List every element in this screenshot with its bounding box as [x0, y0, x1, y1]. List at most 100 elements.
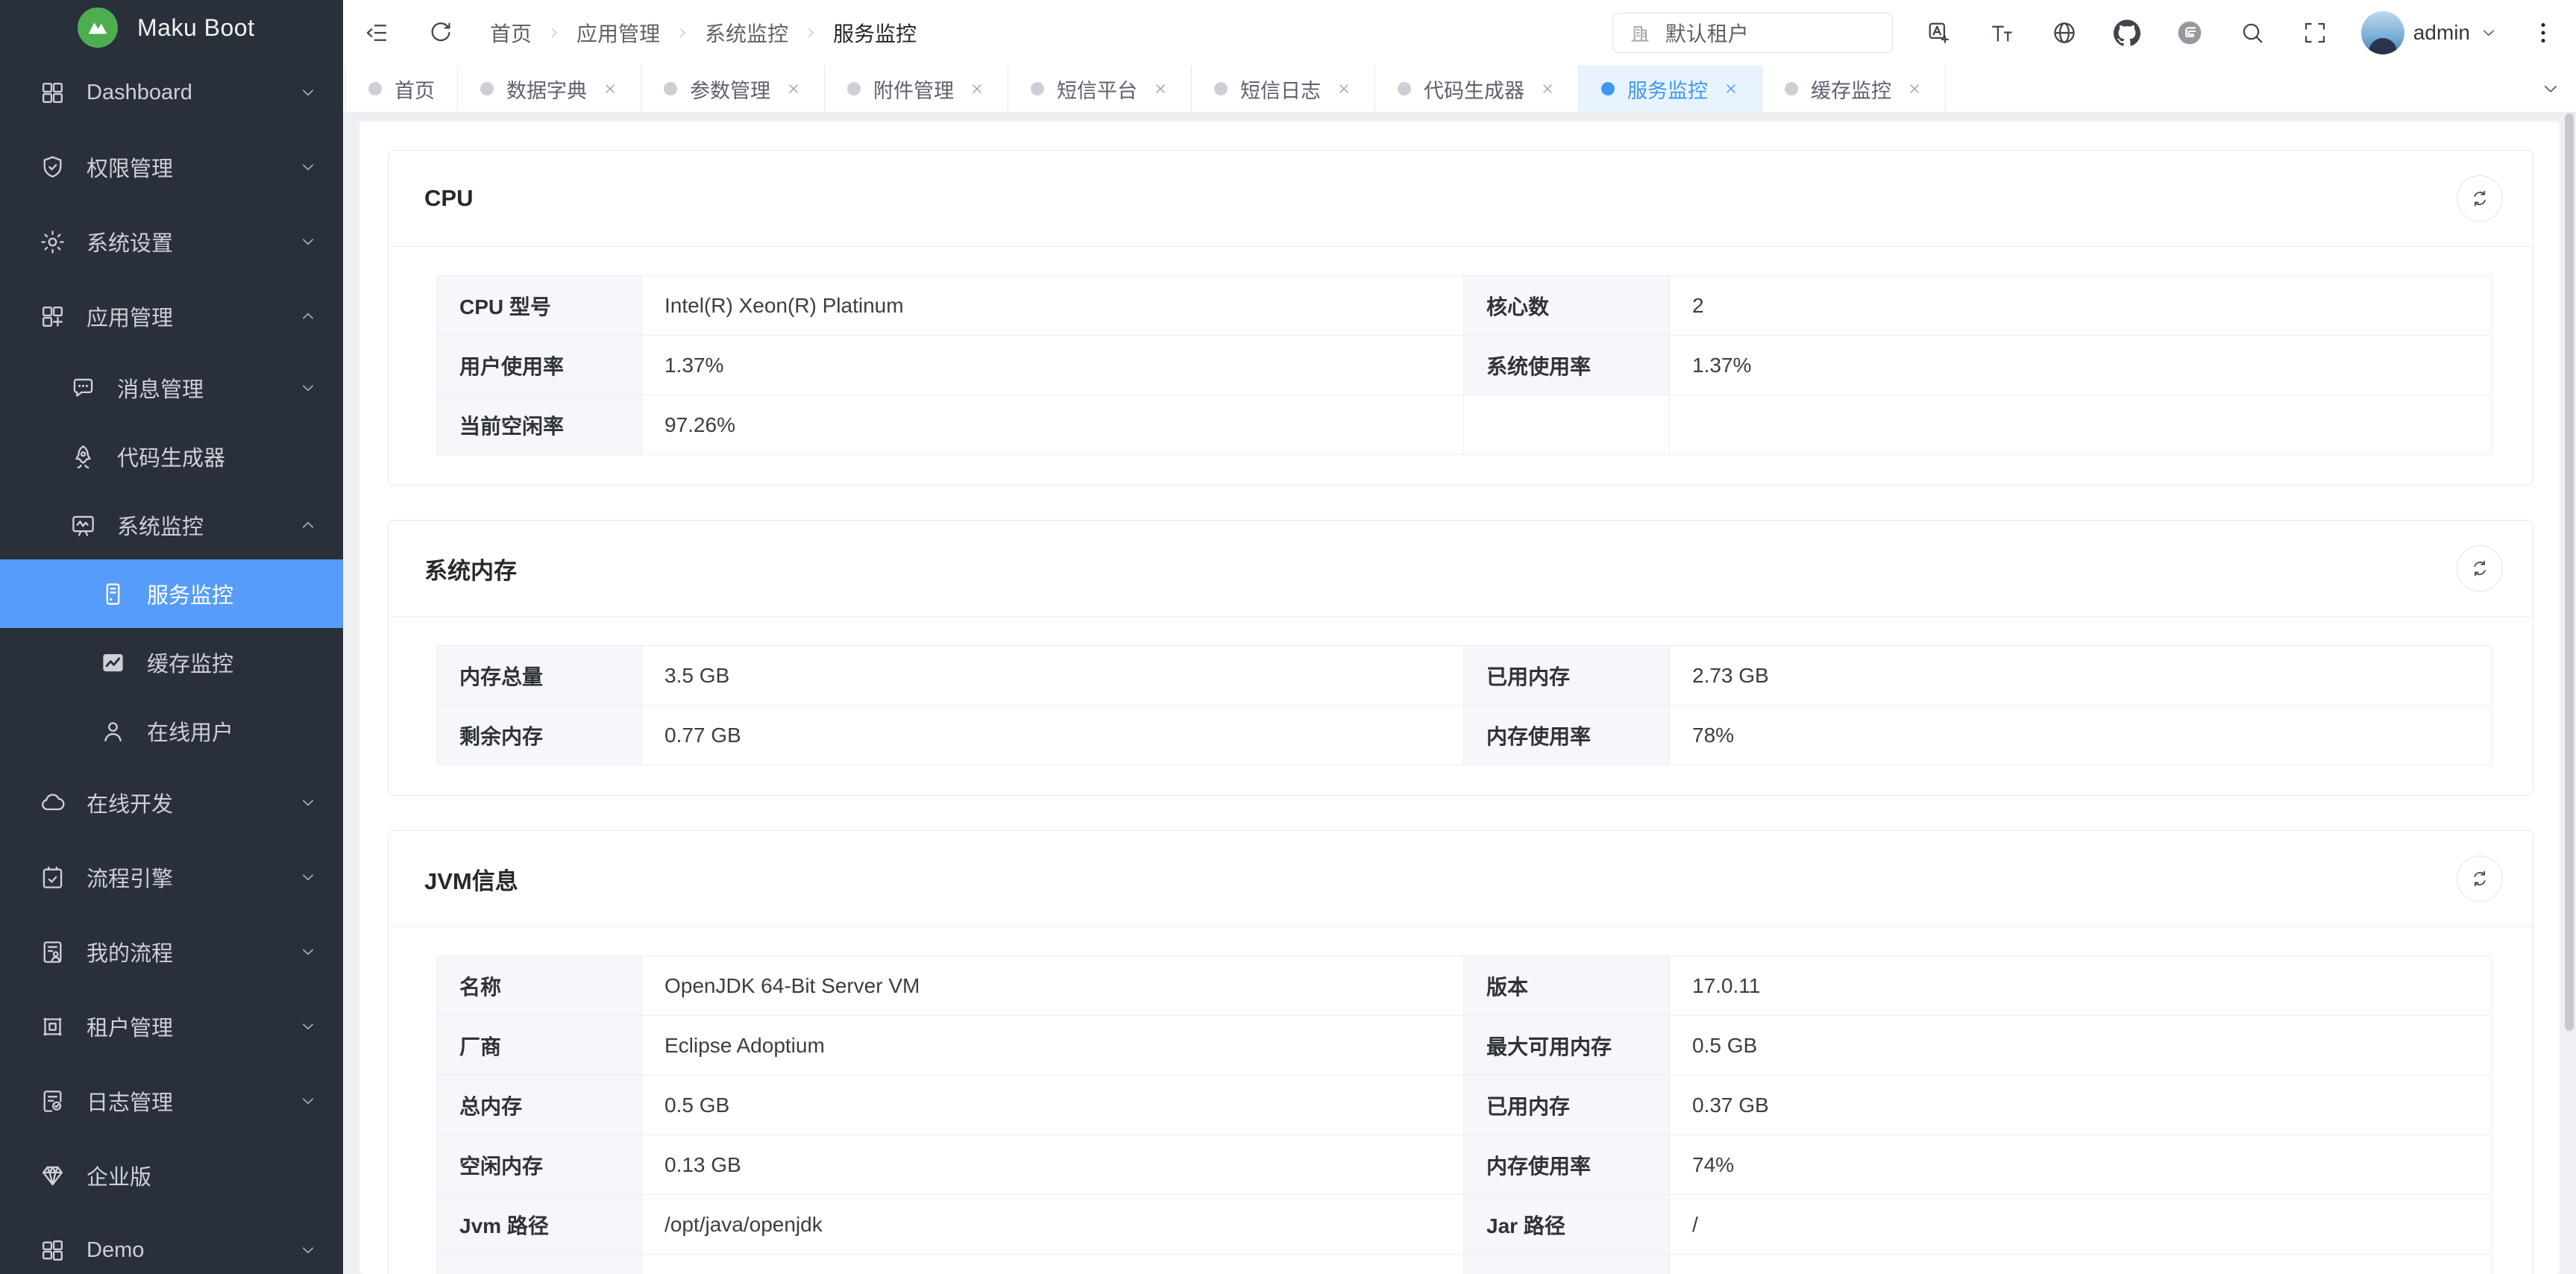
table-label: 厂商 [437, 1016, 642, 1076]
search-icon[interactable] [2237, 18, 2267, 48]
tab-status-dot [1601, 82, 1615, 95]
chevron-down-icon [298, 83, 318, 102]
chevron-down-icon [298, 1240, 318, 1260]
sidebar-item-2[interactable]: 系统设置 [0, 204, 343, 279]
close-icon[interactable] [1336, 81, 1352, 97]
sync-icon [2469, 867, 2491, 890]
tenant-select[interactable]: 默认租户 [1612, 13, 1893, 53]
close-icon[interactable] [1906, 81, 1923, 97]
sidebar-item-label: 缓存监控 [147, 647, 233, 678]
close-icon[interactable] [602, 81, 618, 97]
sidebar-item-5[interactable]: 代码生成器 [0, 422, 343, 491]
tab-8[interactable]: 缓存监控 [1762, 66, 1946, 112]
demo-grid-icon [39, 1237, 66, 1264]
card-refresh-button[interactable] [2457, 545, 2503, 592]
sidebar-item-demo[interactable]: Demo [0, 1213, 343, 1274]
refresh-icon[interactable] [426, 18, 456, 48]
vertical-scrollbar[interactable] [2565, 113, 2574, 1273]
sidebar-item-11[interactable]: 流程引擎 [0, 840, 343, 914]
close-icon[interactable] [1152, 81, 1169, 97]
close-icon[interactable] [1539, 81, 1556, 97]
table-label: 系统使用率 [1464, 336, 1670, 395]
sidebar-item-13[interactable]: 租户管理 [0, 989, 343, 1064]
sidebar-item-12[interactable]: 我的流程 [0, 914, 343, 989]
font-size-icon[interactable] [1987, 18, 2017, 48]
sidebar-item-4[interactable]: 消息管理 [0, 354, 343, 422]
tab-status-dot [664, 82, 677, 95]
card-title: CPU [424, 185, 473, 212]
table-value: 0.37 GB [1670, 1076, 2492, 1135]
close-icon[interactable] [1723, 81, 1739, 97]
sidebar-item-10[interactable]: 在线开发 [0, 765, 343, 840]
fullscreen-icon[interactable] [2300, 18, 2330, 48]
tab-0[interactable]: 首页 [346, 66, 458, 112]
table-value: 0.13 GB [642, 1135, 1464, 1195]
sidebar-item-label: Dashboard [87, 81, 192, 105]
github-icon[interactable] [2112, 18, 2142, 48]
gear-icon [39, 228, 66, 256]
scrollbar-thumb[interactable] [2565, 113, 2574, 1031]
breadcrumb-item[interactable]: 系统监控 [705, 18, 788, 48]
gitee-icon[interactable] [2175, 18, 2205, 48]
user-menu[interactable]: admin [2361, 11, 2498, 54]
tab-status-dot [1031, 82, 1044, 95]
table-value: 0.77 GB [642, 706, 1464, 765]
table-value: 1.37% [642, 336, 1464, 395]
avatar[interactable] [2361, 11, 2404, 54]
table-value: 17.0.11 [1670, 956, 2492, 1016]
tab-7[interactable]: 服务监控 [1579, 66, 1762, 112]
sidebar-item-6[interactable]: 系统监控 [0, 491, 343, 559]
table-label: 已用内存 [1464, 1076, 1670, 1135]
language-icon[interactable] [1924, 18, 1954, 48]
sidebar-item-15[interactable]: 企业版 [0, 1138, 343, 1213]
tab-label: 短信日志 [1240, 75, 1321, 104]
sidebar-item-label: Demo [87, 1238, 144, 1263]
chart-filled-icon [99, 649, 127, 677]
table-value: 78% [1670, 706, 2492, 765]
tab-6[interactable]: 代码生成器 [1375, 66, 1579, 112]
sidebar-item-9[interactable]: 在线用户 [0, 697, 343, 765]
table-row: 厂商Eclipse Adoptium最大可用内存0.5 GB [437, 1016, 2492, 1076]
tab-2[interactable]: 参数管理 [641, 66, 825, 112]
close-icon[interactable] [785, 81, 802, 97]
sync-icon [2469, 187, 2491, 210]
close-icon[interactable] [969, 81, 985, 97]
tab-1[interactable]: 数据字典 [458, 66, 641, 112]
card-refresh-button[interactable] [2457, 856, 2503, 902]
tab-3[interactable]: 附件管理 [825, 66, 1008, 112]
breadcrumb-item[interactable]: 应用管理 [577, 18, 660, 48]
card-title: 系统内存 [424, 552, 517, 586]
table-value: 2.73 GB [1670, 646, 2492, 706]
sidebar-item-3[interactable]: 应用管理 [0, 279, 343, 354]
collapse-menu-icon[interactable] [362, 18, 392, 48]
kebab-menu-icon[interactable] [2530, 19, 2557, 46]
chevron-down-icon [298, 942, 318, 961]
chevron-right-icon [675, 25, 690, 40]
sidebar-item-14[interactable]: 日志管理 [0, 1064, 343, 1138]
globe-icon[interactable] [2049, 18, 2079, 48]
table-label: CPU 型号 [437, 276, 642, 336]
sidebar-item-8[interactable]: 缓存监控 [0, 628, 343, 697]
sidebar-item-7[interactable]: 服务监控 [0, 559, 343, 628]
sidebar-item-label: 权限管理 [87, 151, 173, 183]
sidebar-item-label: 服务监控 [147, 578, 233, 609]
breadcrumb-item[interactable]: 首页 [490, 18, 532, 48]
breadcrumb-item: 服务监控 [833, 18, 917, 48]
tabs-dropdown-chevron-icon[interactable] [2531, 66, 2570, 112]
card-refresh-button[interactable] [2457, 175, 2503, 222]
tab-5[interactable]: 短信日志 [1192, 66, 1375, 112]
sidebar-item-dashboard[interactable]: Dashboard [0, 55, 343, 130]
topbar-left: 首页 应用管理 系统监控 服务监控 [362, 18, 917, 48]
table-value: 1.37% [1670, 336, 2492, 395]
building-icon [1628, 21, 1652, 45]
table-label: 最大可用内存 [1464, 1016, 1670, 1076]
breadcrumb: 首页 应用管理 系统监控 服务监控 [490, 18, 917, 48]
tab-4[interactable]: 短信平台 [1008, 66, 1192, 112]
tenant-box-icon [39, 1013, 66, 1041]
doc-check-icon [39, 1088, 66, 1115]
table-value: 2天16小时38分38秒 [1670, 1255, 2492, 1274]
table-value: Intel(R) Xeon(R) Platinum [642, 276, 1464, 336]
monitor-pulse-icon [69, 512, 97, 539]
tabbar: 首页数据字典参数管理附件管理短信平台 短信日志 代码生成器服务监控缓存监控 [343, 66, 2576, 113]
sidebar-item-1[interactable]: 权限管理 [0, 130, 343, 204]
